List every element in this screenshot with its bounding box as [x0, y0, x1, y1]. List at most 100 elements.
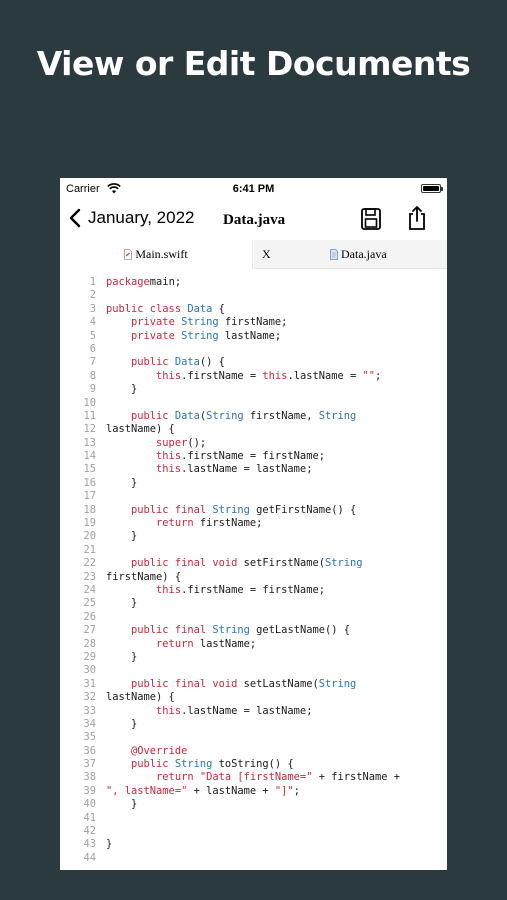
- code-token: setFirstName(: [237, 557, 325, 570]
- code-text: this.firstName = firstName;: [106, 584, 325, 597]
- code-line[interactable]: 32 lastName) {: [60, 691, 447, 704]
- close-tab-button[interactable]: X: [262, 247, 271, 262]
- code-line[interactable]: 10: [60, 397, 447, 410]
- code-line[interactable]: 22 public final void setFirstName(String: [60, 557, 447, 570]
- code-token: String: [318, 677, 357, 690]
- line-number: 10: [83, 396, 96, 409]
- save-icon[interactable]: [360, 207, 382, 231]
- code-text: public final void setFirstName(String: [106, 557, 363, 570]
- code-line[interactable]: 11 public Data(String firstName, String: [60, 410, 447, 423]
- code-line[interactable]: 2: [60, 289, 447, 302]
- code-text: public final void setLastName(String: [106, 678, 356, 691]
- code-line[interactable]: 39 ", lastName=" + lastName + "]";: [60, 785, 447, 798]
- code-line[interactable]: 36 @Override: [60, 745, 447, 758]
- code-line[interactable]: 28 return lastName;: [60, 638, 447, 651]
- code-line[interactable]: 12 lastName) {: [60, 423, 447, 436]
- line-number: 8: [89, 369, 96, 382]
- code-line[interactable]: 33 this.lastName = lastName;: [60, 705, 447, 718]
- code-line[interactable]: 4 private String firstName;: [60, 316, 447, 329]
- code-line[interactable]: 20 }: [60, 530, 447, 543]
- code-line[interactable]: 24 this.firstName = firstName;: [60, 584, 447, 597]
- code-line[interactable]: 7 public Data() {: [60, 356, 447, 369]
- line-number: 29: [83, 650, 96, 663]
- code-line[interactable]: 42: [60, 825, 447, 838]
- code-token: + firstName +: [312, 771, 401, 784]
- code-editor[interactable]: 1 packagemain; 2 3 public class Data {4 priv…: [60, 276, 447, 865]
- code-line[interactable]: 44: [60, 852, 447, 865]
- code-text: }: [106, 838, 112, 851]
- code-line[interactable]: 34 }: [60, 718, 447, 731]
- code-text: }: [106, 651, 137, 664]
- code-line[interactable]: 31 public final void setLastName(String: [60, 678, 447, 691]
- code-line[interactable]: 19 return firstName;: [60, 517, 447, 530]
- code-token: toString() {: [212, 758, 294, 771]
- code-line[interactable]: 6: [60, 343, 447, 356]
- line-number: 31: [83, 677, 96, 690]
- code-line[interactable]: 13 super();: [60, 437, 447, 450]
- tab-main-swift[interactable]: Main.swift: [60, 240, 253, 269]
- code-line[interactable]: 35: [60, 731, 447, 744]
- back-label: January, 2022: [88, 208, 195, 227]
- code-token: public: [131, 758, 175, 771]
- code-line[interactable]: 37 public String toString() {: [60, 758, 447, 771]
- code-line[interactable]: 30: [60, 664, 447, 677]
- code-line[interactable]: 29 }: [60, 651, 447, 664]
- code-text: public final String getLastName() {: [106, 624, 350, 637]
- code-text: public Data() {: [106, 356, 225, 369]
- code-token: this: [156, 450, 182, 463]
- code-line[interactable]: 1 packagemain;: [60, 276, 447, 289]
- code-line[interactable]: 27 public final String getLastName() {: [60, 624, 447, 637]
- code-token: Data: [174, 409, 200, 422]
- tab-data-java[interactable]: X Data.java: [254, 240, 447, 269]
- line-number: 17: [83, 490, 96, 503]
- code-line[interactable]: 5 private String lastName;: [60, 330, 447, 343]
- code-token: .lastName =: [287, 369, 363, 382]
- code-token: String: [212, 503, 250, 516]
- code-token: private: [131, 316, 182, 329]
- code-line[interactable]: 26: [60, 611, 447, 624]
- battery-icon: [421, 184, 443, 193]
- share-icon[interactable]: [406, 205, 428, 231]
- code-line[interactable]: 3 public class Data {: [60, 303, 447, 316]
- code-token: ();: [187, 436, 207, 449]
- line-number: 24: [83, 583, 96, 596]
- code-line[interactable]: 8 this.firstName = this.lastName = "";: [60, 370, 447, 383]
- back-button[interactable]: January, 2022: [68, 208, 194, 228]
- code-token: String: [181, 329, 219, 342]
- code-text: return "Data [firstName=" + firstName +: [106, 771, 400, 784]
- line-number: 3: [89, 302, 96, 315]
- code-line[interactable]: 40 }: [60, 798, 447, 811]
- code-line[interactable]: 18 public final String getFirstName() {: [60, 504, 447, 517]
- line-number: 34: [83, 717, 96, 730]
- code-token: String: [324, 557, 363, 570]
- code-token: }: [106, 717, 138, 730]
- code-token: }: [106, 530, 138, 543]
- code-token: }: [106, 383, 138, 396]
- code-line[interactable]: 15 this.lastName = lastName;: [60, 463, 447, 476]
- code-line[interactable]: 25 }: [60, 597, 447, 610]
- file-tabs: Main.swift X Data.java: [60, 240, 447, 269]
- code-line[interactable]: 16 }: [60, 477, 447, 490]
- code-token: package: [106, 276, 150, 288]
- code-line[interactable]: 14 this.firstName = firstName;: [60, 450, 447, 463]
- code-token: lastName;: [218, 329, 282, 342]
- code-line[interactable]: 9 }: [60, 383, 447, 396]
- code-line[interactable]: 43}: [60, 838, 447, 851]
- code-token: lastName;: [193, 637, 257, 650]
- code-text: lastName) {: [106, 691, 175, 704]
- code-line[interactable]: 17: [60, 490, 447, 503]
- code-line[interactable]: 41: [60, 812, 447, 825]
- code-token: }: [106, 838, 113, 851]
- code-text: }: [106, 718, 137, 731]
- code-line[interactable]: 23 firstName) {: [60, 571, 447, 584]
- code-line[interactable]: 21: [60, 544, 447, 557]
- tab-label: Main.swift: [135, 247, 188, 261]
- code-token: lastName) {: [106, 691, 175, 704]
- code-line[interactable]: 38 return "Data [firstName=" + firstName…: [60, 771, 447, 784]
- code-text: }: [106, 597, 137, 610]
- code-text: ", lastName=" + lastName + "]";: [106, 785, 300, 798]
- code-text: }: [106, 530, 137, 543]
